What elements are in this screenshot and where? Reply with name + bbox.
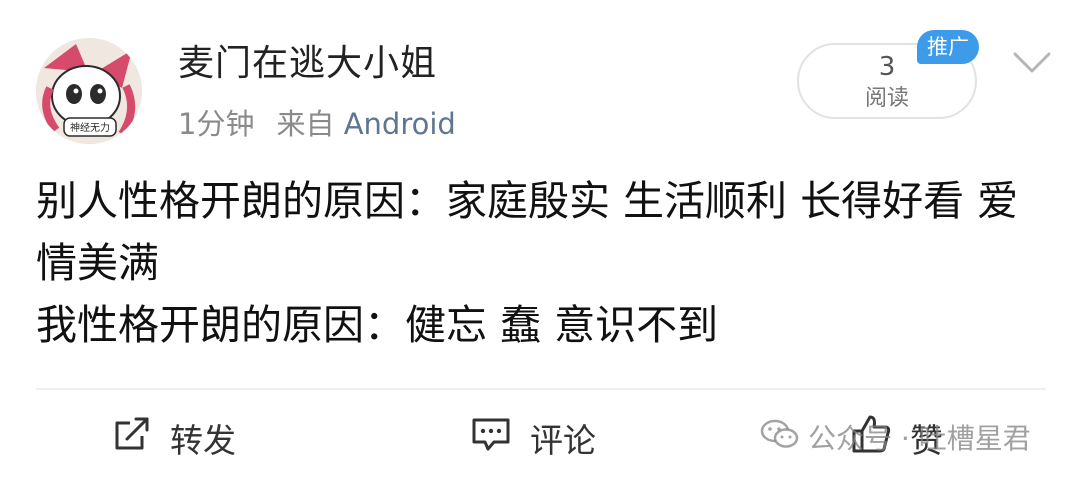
comment-button[interactable]: 评论 (470, 412, 596, 464)
avatar-badge-text: 神经无力 (70, 121, 110, 134)
repost-button[interactable]: 转发 (112, 412, 236, 464)
post-line-2: 我性格开朗的原因：健忘 蠢 意识不到 (36, 301, 719, 349)
watermark: 公众号 · 吐槽星君 (760, 414, 1031, 460)
comment-label: 评论 (530, 421, 596, 460)
promo-badge: 推广 (917, 30, 979, 64)
repost-icon (112, 414, 152, 462)
post-line-1: 别人性格开朗的原因：家庭殷实 生活顺利 长得好看 爱情美满 (36, 177, 1019, 287)
post-content: 别人性格开朗的原因：家庭殷实 生活顺利 长得好看 爱情美满 我性格开朗的原因：健… (36, 170, 1046, 356)
comment-icon (470, 414, 512, 462)
watermark-text: 公众号 · 吐槽星君 (808, 422, 1031, 455)
wechat-icon (760, 418, 800, 457)
avatar[interactable]: 神经无力 (36, 38, 142, 144)
divider (36, 388, 1046, 390)
source-prefix: 来自 (276, 107, 335, 141)
read-label: 阅读 (864, 86, 909, 111)
username[interactable]: 麦门在逃大小姐 (178, 40, 437, 88)
post-time: 1分钟 (178, 107, 255, 141)
chevron-down-icon[interactable] (1012, 50, 1052, 76)
repost-label: 转发 (170, 421, 236, 460)
source-link[interactable]: Android (344, 107, 456, 141)
avatar-image: 神经无力 (36, 38, 142, 144)
post-meta: 1分钟 来自 Android (178, 104, 456, 144)
